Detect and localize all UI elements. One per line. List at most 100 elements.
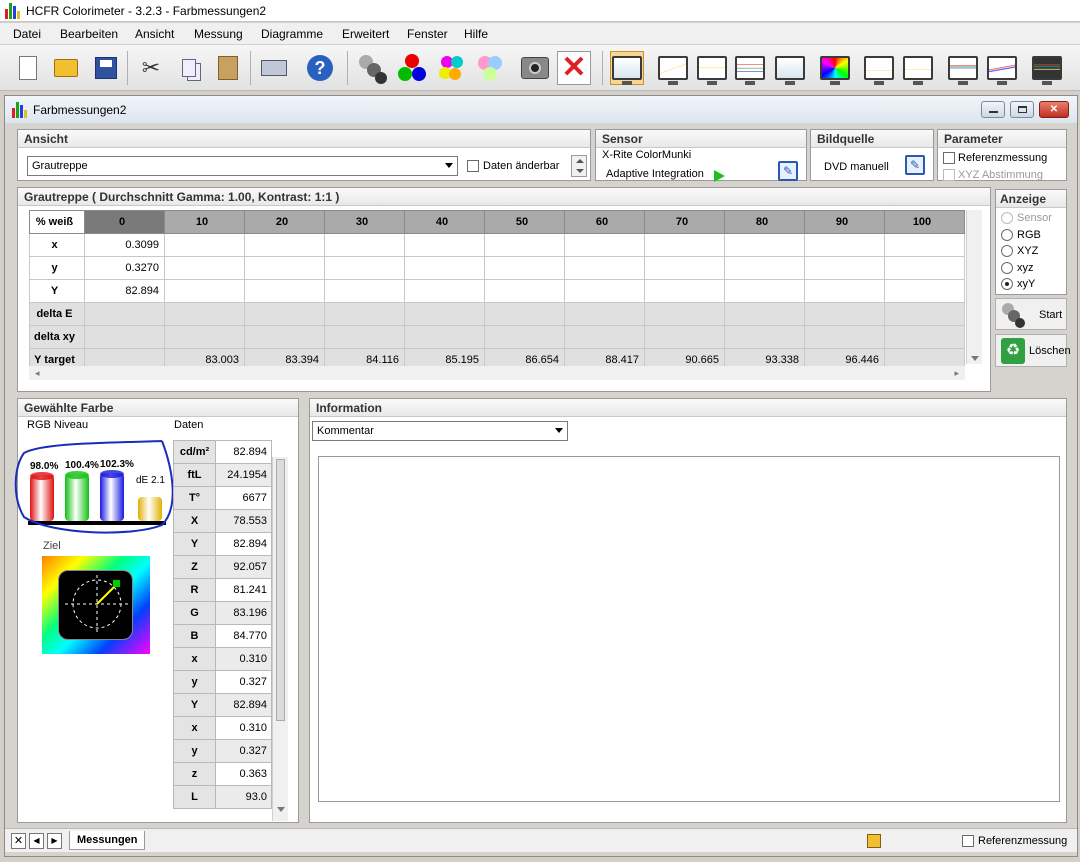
bildquelle-config-icon[interactable]: ✎ — [905, 155, 925, 175]
grid-col-header[interactable]: 0 — [84, 210, 165, 234]
rgb-histo-chart-icon[interactable] — [946, 51, 980, 85]
ansicht-spinner[interactable] — [571, 155, 587, 177]
grid-cell[interactable] — [644, 233, 725, 257]
grid-cell[interactable] — [164, 279, 245, 303]
grid-cell[interactable] — [324, 302, 405, 326]
grid-cell[interactable] — [244, 325, 325, 349]
grid-cell[interactable] — [244, 279, 325, 303]
grid-col-header[interactable]: 20 — [244, 210, 325, 234]
ansicht-combo[interactable]: Grautreppe — [27, 156, 458, 176]
grid-col-header[interactable]: 50 — [484, 210, 565, 234]
open-folder-icon[interactable] — [49, 51, 83, 85]
grid-cell[interactable] — [804, 233, 885, 257]
grid-cell[interactable] — [884, 302, 965, 326]
menu-bearbeiten[interactable]: Bearbeiten — [60, 27, 118, 41]
grid-cell[interactable] — [884, 256, 965, 280]
grid-cell[interactable] — [84, 302, 165, 326]
grid-cell[interactable] — [404, 256, 485, 280]
grid-cell[interactable] — [564, 256, 645, 280]
paste-icon[interactable] — [211, 51, 245, 85]
data-table-scrollbar[interactable] — [272, 457, 288, 821]
print-icon[interactable] — [257, 51, 291, 85]
cut-icon[interactable]: ✂ — [134, 51, 168, 85]
grid-cell[interactable] — [644, 279, 725, 303]
grid-cell[interactable] — [564, 302, 645, 326]
grid-cell[interactable] — [324, 325, 405, 349]
menu-erweitert[interactable]: Erweitert — [342, 27, 389, 41]
grid-col-header[interactable]: 80 — [724, 210, 805, 234]
colored-balls-icon[interactable] — [434, 51, 468, 85]
grid-cell[interactable] — [84, 325, 165, 349]
rgb-balls-icon[interactable] — [395, 51, 429, 85]
grid-col-header[interactable]: 10 — [164, 210, 245, 234]
grid-cell[interactable]: 82.894 — [84, 279, 165, 303]
grid-cell[interactable] — [484, 233, 565, 257]
monitor-view-icon[interactable] — [610, 51, 644, 85]
grid-cell[interactable] — [884, 279, 965, 303]
grid-cell[interactable] — [244, 233, 325, 257]
grid-cell[interactable]: 0.3099 — [84, 233, 165, 257]
start-button[interactable]: Start — [995, 298, 1067, 330]
grid-cell[interactable] — [644, 302, 725, 326]
grid-horizontal-scrollbar[interactable]: ◂ ▸ — [29, 366, 965, 380]
copy-icon[interactable] — [172, 51, 206, 85]
anzeige-radio-rgb[interactable] — [1001, 228, 1013, 241]
grid-cell[interactable] — [164, 325, 245, 349]
menu-ansicht[interactable]: Ansicht — [135, 27, 174, 41]
grid-vertical-scrollbar[interactable] — [966, 210, 982, 364]
grid-cell[interactable] — [164, 233, 245, 257]
grid-cell[interactable] — [884, 233, 965, 257]
maximize-button[interactable] — [1010, 101, 1034, 118]
delete-x-icon[interactable]: ✕ — [557, 51, 591, 85]
luminance-chart-icon[interactable] — [695, 51, 729, 85]
pastel-balls-icon[interactable] — [473, 51, 507, 85]
menu-diagramme[interactable]: Diagramme — [261, 27, 323, 41]
grid-cell[interactable] — [724, 302, 805, 326]
menu-hilfe[interactable]: Hilfe — [464, 27, 488, 41]
ntsc-chart-icon[interactable] — [862, 51, 896, 85]
grid-cell[interactable] — [484, 256, 565, 280]
grid-col-header[interactable]: 90 — [804, 210, 885, 234]
comment-textarea[interactable] — [318, 456, 1060, 802]
near-white-chart-icon[interactable] — [1030, 51, 1064, 85]
grid-col-header[interactable]: 100 — [884, 210, 965, 234]
grid-cell[interactable] — [484, 279, 565, 303]
minimize-button[interactable] — [981, 101, 1005, 118]
colortemp-chart-icon[interactable] — [901, 51, 935, 85]
grid-cell[interactable] — [644, 256, 725, 280]
grid-col-header[interactable]: 30 — [324, 210, 405, 234]
gray-balls-icon[interactable] — [355, 51, 389, 85]
tab-prev-icon[interactable]: ◀ — [29, 833, 44, 849]
grid-cell[interactable] — [644, 325, 725, 349]
grid-cell[interactable] — [164, 256, 245, 280]
grid-cell[interactable] — [484, 325, 565, 349]
camera-icon[interactable] — [518, 51, 552, 85]
new-document-icon[interactable] — [11, 51, 45, 85]
grid-cell[interactable] — [804, 279, 885, 303]
grid-cell[interactable] — [804, 256, 885, 280]
anzeige-radio-xyz[interactable] — [1001, 245, 1013, 257]
grid-col-header[interactable]: 40 — [404, 210, 485, 234]
grid-cell[interactable] — [564, 233, 645, 257]
anzeige-radio-xyy[interactable] — [1001, 278, 1013, 290]
referenzmessung-checkbox[interactable] — [943, 152, 955, 164]
grid-cell[interactable] — [724, 256, 805, 280]
sensor-config-icon[interactable]: ✎ — [778, 161, 798, 181]
grid-cell[interactable] — [164, 302, 245, 326]
grid-cell[interactable] — [404, 302, 485, 326]
information-combo[interactable]: Kommentar — [312, 421, 568, 441]
help-icon[interactable]: ? — [303, 51, 337, 85]
loeschen-button[interactable]: ♻ Löschen — [995, 334, 1071, 367]
rgb-levels-chart-icon[interactable] — [733, 51, 767, 85]
status-referenzmessung-checkbox[interactable] — [962, 835, 974, 847]
grid-col-header[interactable]: 60 — [564, 210, 645, 234]
tab-next-icon[interactable]: ▶ — [47, 833, 62, 849]
grid-cell[interactable]: 0.3270 — [84, 256, 165, 280]
grid-cell[interactable] — [564, 325, 645, 349]
near-black-chart-icon[interactable] — [985, 51, 1019, 85]
close-tab-icon[interactable]: ✕ — [11, 833, 26, 849]
grid-cell[interactable] — [404, 325, 485, 349]
grid-cell[interactable] — [724, 325, 805, 349]
white-chart-icon[interactable] — [773, 51, 807, 85]
grid-cell[interactable] — [324, 233, 405, 257]
